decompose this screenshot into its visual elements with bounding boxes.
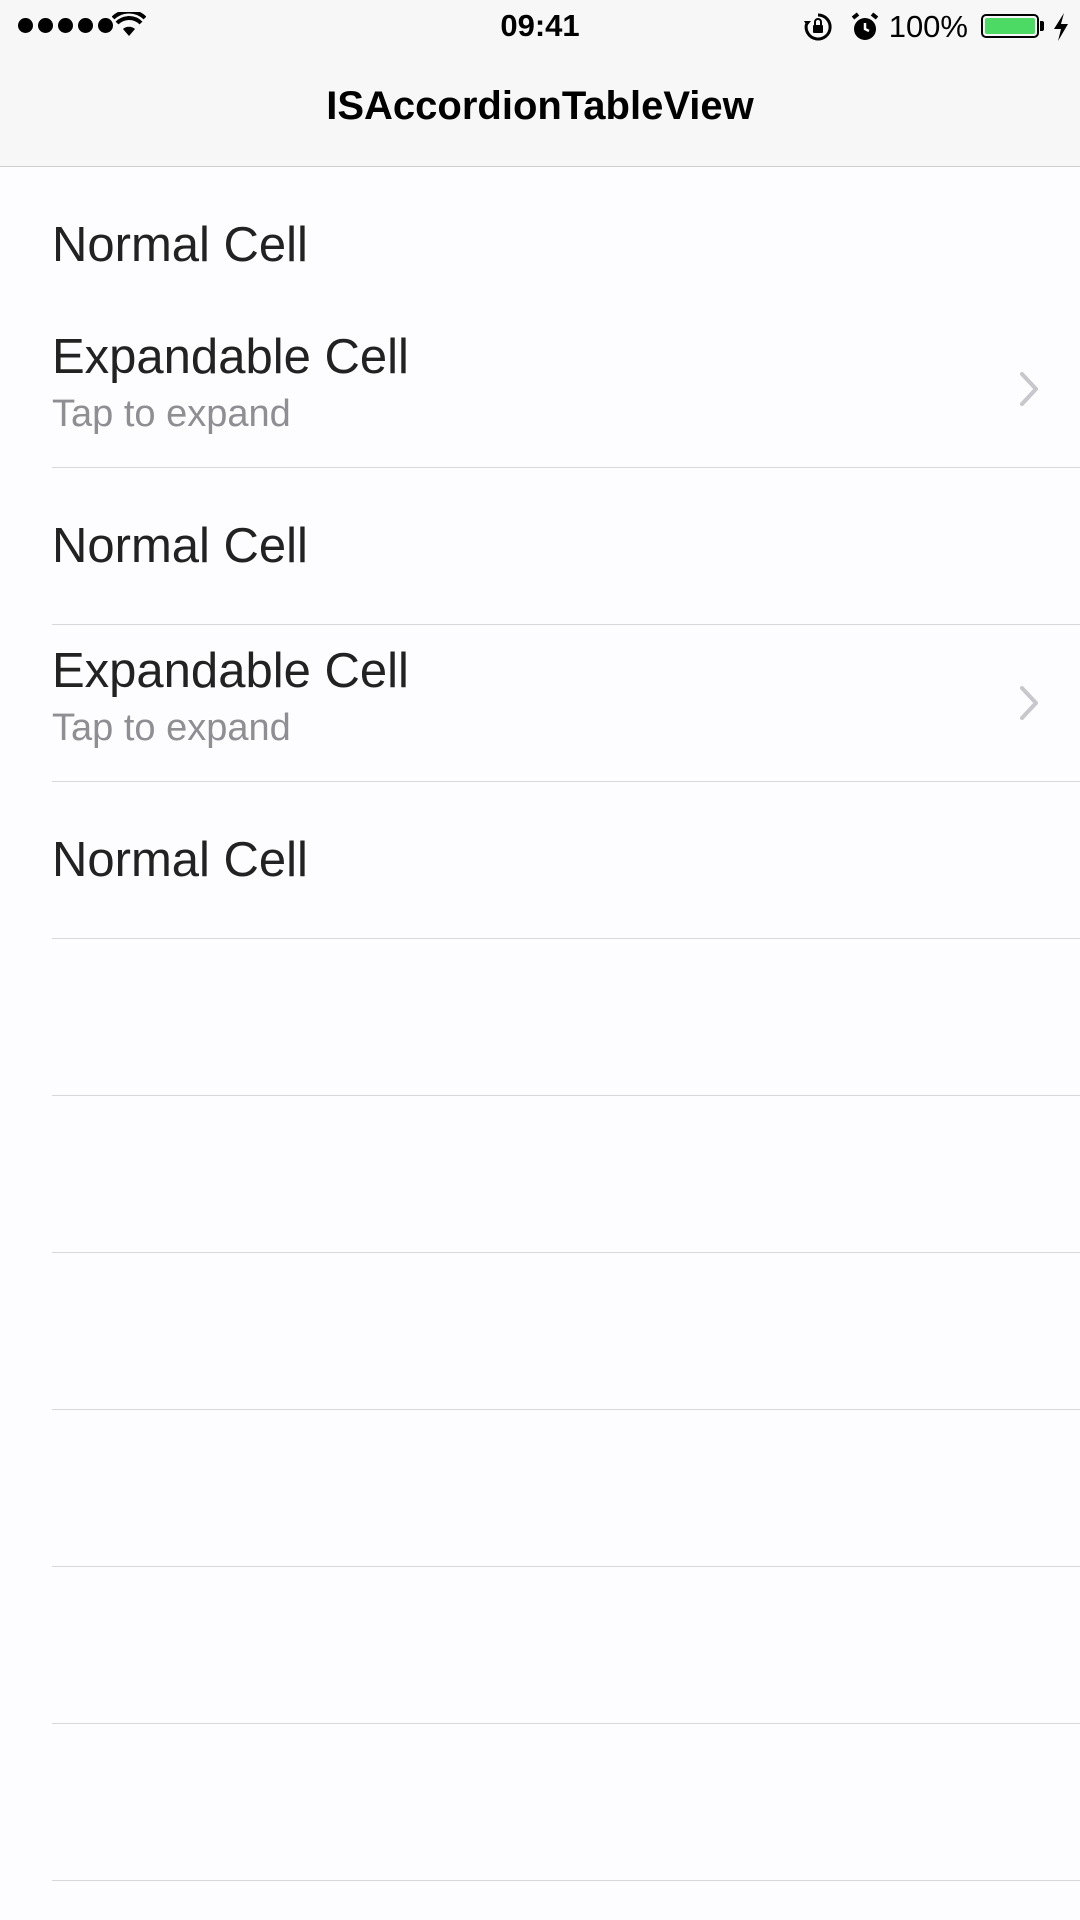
cell-title: Normal Cell — [52, 833, 308, 887]
alarm-icon — [851, 12, 879, 40]
empty-row — [52, 1410, 1080, 1567]
chevron-right-icon — [1020, 686, 1038, 720]
battery-fill — [985, 18, 1035, 34]
cell-title: Expandable Cell — [52, 330, 409, 384]
normal-cell[interactable]: Normal Cell — [52, 468, 1080, 625]
charging-bolt-icon — [1054, 13, 1068, 41]
empty-row — [52, 1096, 1080, 1253]
battery-icon — [981, 14, 1039, 38]
normal-cell[interactable]: Normal Cell — [52, 167, 1080, 311]
battery-percent: 100% — [888, 9, 968, 44]
battery-cap — [1040, 21, 1044, 31]
table-view[interactable]: Normal Cell Expandable Cell Tap to expan… — [0, 167, 1080, 1881]
status-bar: 09:41 100% — [0, 0, 1080, 54]
navigation-bar: ISAccordionTableView — [0, 54, 1080, 167]
rotation-lock-icon — [804, 13, 832, 41]
cell-title: Normal Cell — [52, 519, 308, 573]
expandable-cell[interactable]: Expandable Cell Tap to expand — [52, 311, 1080, 468]
cell-title: Normal Cell — [52, 218, 308, 272]
empty-row — [52, 1567, 1080, 1724]
page-title: ISAccordionTableView — [326, 84, 754, 128]
expandable-cell[interactable]: Expandable Cell Tap to expand — [52, 625, 1080, 782]
normal-cell[interactable]: Normal Cell — [52, 782, 1080, 939]
cell-title: Expandable Cell — [52, 644, 409, 698]
chevron-right-icon — [1020, 372, 1038, 406]
empty-row — [52, 1724, 1080, 1881]
empty-row — [52, 939, 1080, 1096]
cell-subtitle: Tap to expand — [52, 707, 291, 749]
empty-row — [52, 1253, 1080, 1410]
cell-subtitle: Tap to expand — [52, 393, 291, 435]
